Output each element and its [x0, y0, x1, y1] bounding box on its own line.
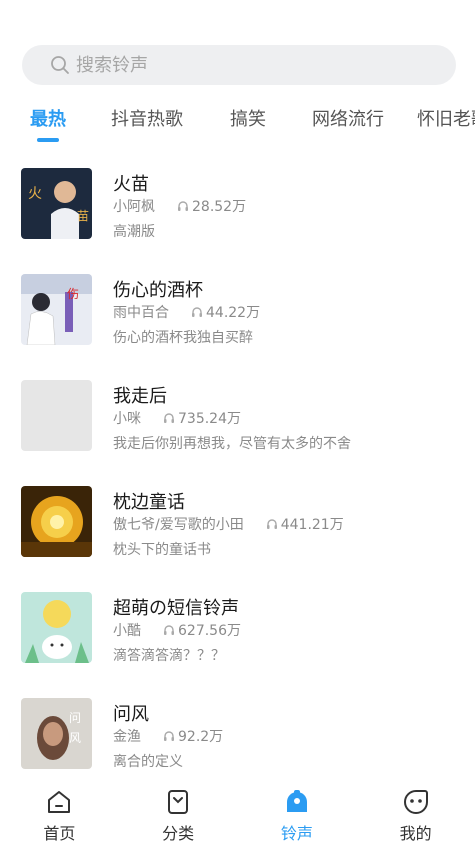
- tab-classic[interactable]: 怀旧老歌: [417, 106, 475, 134]
- song-meta: 雨中百合 44.22万: [113, 302, 260, 322]
- artist-name: 雨中百合: [113, 305, 169, 321]
- artist-name: 小咪: [113, 411, 141, 427]
- nav-home[interactable]: 首页: [0, 780, 119, 846]
- artist-name: 金渔: [113, 729, 141, 745]
- album-cover: 伤: [21, 274, 92, 345]
- song-title: 枕边童话: [113, 492, 185, 513]
- nav-category[interactable]: 分类: [119, 780, 238, 846]
- profile-icon: [403, 790, 428, 814]
- album-cover: [21, 592, 92, 663]
- nav-label: 我的: [399, 824, 432, 843]
- search-input[interactable]: [76, 54, 396, 76]
- bookmark-icon: [168, 790, 189, 814]
- search-bar[interactable]: [22, 45, 456, 85]
- list-item[interactable]: 伤 伤心的酒杯 雨中百合 44.22万 伤心的酒杯我独自买醉: [0, 274, 475, 380]
- artist-name: 小阿枫: [113, 199, 155, 215]
- song-title: 火苗: [113, 174, 149, 195]
- nav-label: 分类: [162, 824, 195, 843]
- home-icon: [48, 791, 71, 813]
- list-item[interactable]: 我走后 小咪 735.24万 我走后你别再想我，尽管有太多的不舍: [0, 380, 475, 486]
- song-description: 枕头下的童话书: [113, 542, 211, 558]
- list-item[interactable]: 超萌の短信铃声 小酷 627.56万 滴答滴答滴？？？: [0, 592, 475, 698]
- tab-funny[interactable]: 搞笑: [230, 106, 266, 134]
- bell-icon: [286, 790, 307, 812]
- play-count: 441.21万: [266, 514, 344, 534]
- artist-name: 傲七爷/爱写歌的小田: [113, 517, 244, 533]
- album-cover: 问 风: [21, 698, 92, 769]
- song-description: 离合的定义: [113, 754, 183, 770]
- album-cover: [21, 486, 92, 557]
- song-description: 伤心的酒杯我独自买醉: [113, 330, 253, 346]
- nav-ringtone[interactable]: 铃声: [238, 780, 357, 846]
- headphone-icon: [192, 307, 202, 317]
- song-title: 我走后: [113, 386, 167, 407]
- svg-text:风: 风: [69, 731, 81, 745]
- list-item[interactable]: 枕边童话 傲七爷/爱写歌的小田 441.21万 枕头下的童话书: [0, 486, 475, 592]
- song-meta: 小阿枫 28.52万: [113, 196, 246, 216]
- headphone-icon: [164, 731, 174, 741]
- tab-hot[interactable]: 最热: [30, 106, 66, 134]
- bottom-navigation: 首页 分类 铃声 我的: [0, 780, 475, 846]
- play-count: 92.2万: [163, 726, 223, 746]
- artist-name: 小酷: [113, 623, 141, 639]
- nav-label: 铃声: [280, 824, 313, 843]
- svg-text:火: 火: [28, 186, 42, 202]
- song-description: 我走后你别再想我，尽管有太多的不舍: [113, 436, 351, 452]
- tab-popular[interactable]: 网络流行: [312, 106, 384, 134]
- list-item[interactable]: 火 苗 火苗 小阿枫 28.52万 高潮版: [0, 168, 475, 274]
- song-meta: 小咪 735.24万: [113, 408, 241, 428]
- song-title: 问风: [113, 704, 149, 725]
- album-cover-placeholder: [21, 380, 92, 451]
- play-count: 44.22万: [191, 302, 260, 322]
- song-meta: 傲七爷/爱写歌的小田 441.21万: [113, 514, 344, 534]
- play-count: 735.24万: [163, 408, 241, 428]
- song-title: 超萌の短信铃声: [113, 598, 239, 619]
- headphone-icon: [164, 625, 174, 635]
- search-icon: [51, 56, 69, 74]
- play-count: 28.52万: [177, 196, 246, 216]
- song-title: 伤心的酒杯: [113, 280, 203, 301]
- album-cover: 火 苗: [21, 168, 92, 239]
- svg-text:问: 问: [69, 711, 81, 725]
- song-description: 高潮版: [113, 224, 155, 240]
- tab-douyin[interactable]: 抖音热歌: [111, 106, 183, 134]
- song-description: 滴答滴答滴？？？: [113, 648, 225, 664]
- active-tab-indicator: [37, 138, 59, 142]
- headphone-icon: [266, 519, 277, 529]
- headphone-icon: [164, 413, 174, 423]
- nav-profile[interactable]: 我的: [356, 780, 475, 846]
- song-meta: 小酷 627.56万: [113, 620, 241, 640]
- song-meta: 金渔 92.2万: [113, 726, 223, 746]
- play-count: 627.56万: [163, 620, 241, 640]
- svg-text:伤: 伤: [67, 287, 79, 301]
- category-tabs: 最热 抖音热歌 搞笑 网络流行 怀旧老歌: [0, 100, 475, 146]
- headphone-icon: [178, 201, 188, 211]
- svg-text:苗: 苗: [77, 209, 89, 223]
- nav-label: 首页: [43, 824, 76, 843]
